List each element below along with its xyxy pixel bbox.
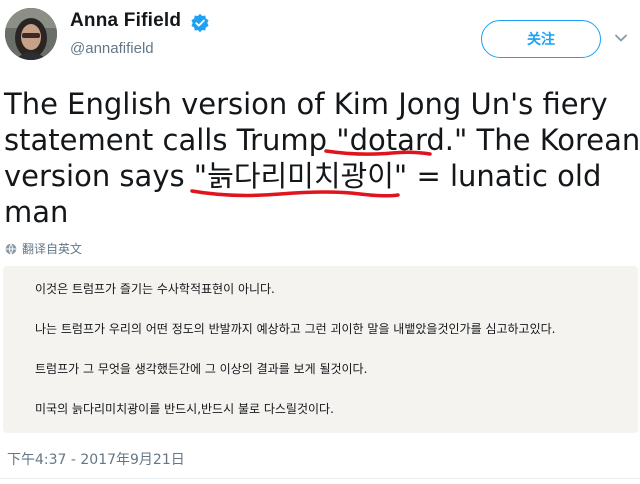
divider — [0, 478, 640, 479]
tweet-line: statement calls Trump "dotard." The Kore… — [4, 123, 640, 157]
chevron-down-icon[interactable] — [613, 30, 629, 46]
translation-line: 미국의 늙다리미치광이를 반드시,반드시 불로 다스릴것이다. — [35, 402, 334, 416]
tweet-text: The English version of Kim Jong Un's fie… — [4, 86, 640, 230]
author-handle[interactable]: @annafifield — [70, 40, 154, 57]
translation-line: 트럼프가 그 무엇을 생각했든간에 그 이상의 결과를 보게 될것이다. — [35, 362, 368, 376]
globe-icon — [5, 243, 17, 254]
translation-panel: 이것은 트럼프가 즐기는 수사학적표현이 아니다. 나는 트럼프가 우리의 어떤… — [3, 266, 638, 433]
follow-button[interactable]: 关注 — [481, 20, 601, 58]
translate-link[interactable]: 翻译自英文 — [5, 240, 82, 257]
tweet-timestamp[interactable]: 下午4:37 - 2017年9月21日 — [7, 449, 185, 469]
tweet-line: version says "늙다리미치광이" = lunatic old — [4, 159, 602, 193]
verified-badge-icon — [191, 13, 209, 33]
tweet-line: The English version of Kim Jong Un's fie… — [4, 87, 608, 121]
author-name[interactable]: Anna Fifield — [70, 10, 181, 32]
tweet-line: man — [4, 195, 69, 229]
translation-line: 이것은 트럼프가 즐기는 수사학적표현이 아니다. — [35, 282, 275, 296]
translation-line: 나는 트럼프가 우리의 어떤 정도의 반발까지 예상하고 그런 괴이한 말을 내… — [35, 322, 556, 336]
avatar[interactable] — [5, 8, 57, 60]
translate-label: 翻译自英文 — [22, 242, 83, 256]
